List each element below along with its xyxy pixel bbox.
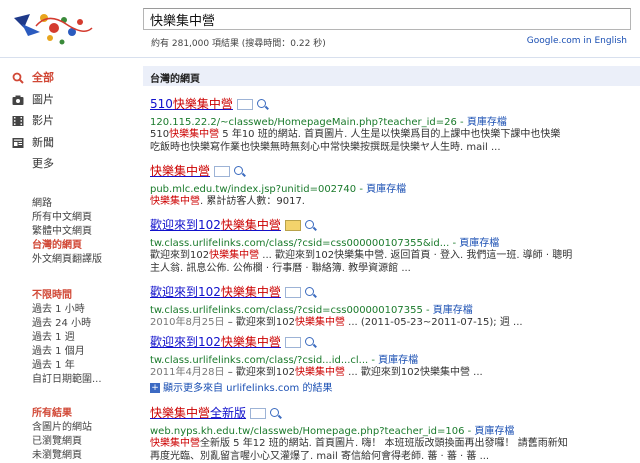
filter-past-month[interactable]: 過去 1 個月 <box>32 345 85 358</box>
filter-all-results[interactable]: 所有結果 <box>32 407 72 420</box>
filter-taiwan-pages[interactable]: 台灣的網頁 <box>32 239 82 252</box>
search-icon <box>12 72 24 84</box>
result-url: tw.class.urlifelinks.com/class/?csid...i… <box>150 355 369 366</box>
search-box[interactable] <box>143 8 631 30</box>
result-snippet-line2: 吃飯時也快樂寫作業也快樂無時無刻心中常快樂按撰既是快樂ヤ人生時. mail ..… <box>150 142 501 153</box>
filter-translated[interactable]: 外文網頁翻譯版 <box>32 253 102 266</box>
result-snippet-line2: 主人翁. 訊息公佈. 公佈欄 · 行事曆 · 聯絡簿. 教學資源館 ... <box>150 263 411 274</box>
preview-tag-icon[interactable] <box>284 286 301 298</box>
preview-tag-icon[interactable] <box>284 336 301 348</box>
filter-web[interactable]: 網路 <box>32 197 52 210</box>
divider <box>0 57 640 58</box>
logo[interactable] <box>6 6 116 50</box>
result-url: pub.mlc.edu.tw/index.jsp?unitid=002740 <box>150 184 357 195</box>
filter-traditional-chinese[interactable]: 繁體中文網頁 <box>32 225 92 238</box>
magnifier-icon[interactable] <box>256 98 266 108</box>
filter-past-week[interactable]: 過去 1 週 <box>32 331 75 344</box>
filter-not-visited[interactable]: 未瀏覽網頁 <box>32 449 82 462</box>
magnifier-icon[interactable] <box>304 336 314 346</box>
result-title-link[interactable]: 快樂集中營全新版 <box>150 406 246 420</box>
camera-icon <box>12 95 24 105</box>
search-result: 歡迎來到102快樂集中營 tw.class.urlifelinks.com/cl… <box>150 283 632 329</box>
result-snippet: 歡迎來到102快樂集中營 ... 歡迎來到102快樂集中營. 返回首頁 · 登入… <box>150 250 573 261</box>
google-english-link[interactable]: Google.com in English <box>527 36 627 46</box>
result-snippet: 快樂集中營. 累計訪客人數：9017. <box>150 196 305 207</box>
result-title-link[interactable]: 快樂集中營 <box>150 164 210 178</box>
cache-link[interactable]: 頁庫存檔 <box>433 305 473 316</box>
news-icon <box>12 138 24 148</box>
filter-past-hour[interactable]: 過去 1 小時 <box>32 303 85 316</box>
search-input[interactable] <box>144 9 630 29</box>
filter-with-images[interactable]: 含圖片的網站 <box>32 421 92 434</box>
cache-link[interactable]: 頁庫存檔 <box>459 238 499 249</box>
preview-tag-icon[interactable] <box>236 98 253 110</box>
more-results-link[interactable]: + 顯示更多來自 urlifelinks.com 的結果 <box>150 379 332 394</box>
magnifier-icon[interactable] <box>234 165 244 175</box>
filter-any-time[interactable]: 不限時間 <box>32 289 72 302</box>
filter-past-24h[interactable]: 過去 24 小時 <box>32 317 91 330</box>
result-title-link[interactable]: 歡迎來到102快樂集中營 <box>150 285 281 299</box>
search-result: 歡迎來到102快樂集中營 tw.class.urlifelinks.com/cl… <box>150 216 632 275</box>
search-result: 快樂集中營全新版 web.nyps.kh.edu.tw/classweb/Hom… <box>150 404 632 463</box>
search-result: 快樂集中營 pub.mlc.edu.tw/index.jsp?unitid=00… <box>150 162 632 208</box>
preview-tag-icon[interactable] <box>250 407 267 419</box>
cache-link[interactable]: 頁庫存檔 <box>474 426 514 437</box>
preview-tag-icon[interactable] <box>284 219 301 231</box>
magnifier-icon[interactable] <box>270 407 280 417</box>
filter-all-chinese[interactable]: 所有中文網頁 <box>32 211 92 224</box>
result-snippet: 2010年8月25日 – 歡迎來到102快樂集中營 ... (2011-05-2… <box>150 317 523 328</box>
magnifier-icon[interactable] <box>304 286 314 296</box>
result-title-link[interactable]: 歡迎來到102快樂集中營 <box>150 335 281 349</box>
result-snippet: 2011年4月28日 – 歡迎來到102快樂集中營 ... 歡迎來到102快樂集… <box>150 367 483 378</box>
result-snippet: 510快樂集中營 5 年10 班的網站. 首頁圖片. 人生是以快樂爲目的上課中也… <box>150 129 561 140</box>
filter-past-year[interactable]: 過去 1 年 <box>32 359 75 372</box>
section-header: 台灣的網頁 <box>143 66 640 86</box>
film-icon <box>12 116 24 126</box>
result-url: tw.class.urlifelinks.com/class/?csid=css… <box>150 305 423 316</box>
section-title: 台灣的網頁 <box>150 74 200 85</box>
result-snippet: 快樂集中營全新版 5 年12 班的網站. 首頁圖片. 嗨！ 本班班版改頭換面再出… <box>150 438 568 449</box>
result-stats: 約有 281,000 項結果 (搜尋時間：0.22 秒) <box>151 39 326 49</box>
result-title-link[interactable]: 510快樂集中營 <box>150 97 233 111</box>
result-title-link[interactable]: 歡迎來到102快樂集中營 <box>150 218 281 232</box>
result-snippet-line2: 再度光臨、別亂留言喔小心又灌爆了. mail 寄信給何會得老師. 蕃 · 蕃 ·… <box>150 451 490 462</box>
preview-tag-icon[interactable] <box>214 165 231 177</box>
cache-link[interactable]: 頁庫存檔 <box>378 355 418 366</box>
cache-link[interactable]: 頁庫存檔 <box>467 117 507 128</box>
cache-link[interactable]: 頁庫存檔 <box>366 184 406 195</box>
magnifier-icon[interactable] <box>304 219 314 229</box>
plus-icon: + <box>150 383 160 393</box>
result-url: tw.class.urlifelinks.com/class/?csid=css… <box>150 238 450 249</box>
filter-visited[interactable]: 已瀏覽網頁 <box>32 435 82 448</box>
result-url: 120.115.22.2/~classweb/HomepageMain.php?… <box>150 117 457 128</box>
search-result: 510快樂集中營 120.115.22.2/~classweb/Homepage… <box>150 95 632 154</box>
search-result: 歡迎來到102快樂集中營 tw.class.urlifelinks.com/cl… <box>150 333 632 379</box>
result-url: web.nyps.kh.edu.tw/classweb/Homepage.php… <box>150 426 465 437</box>
filter-custom-range[interactable]: 自訂日期範圍... <box>32 373 102 386</box>
